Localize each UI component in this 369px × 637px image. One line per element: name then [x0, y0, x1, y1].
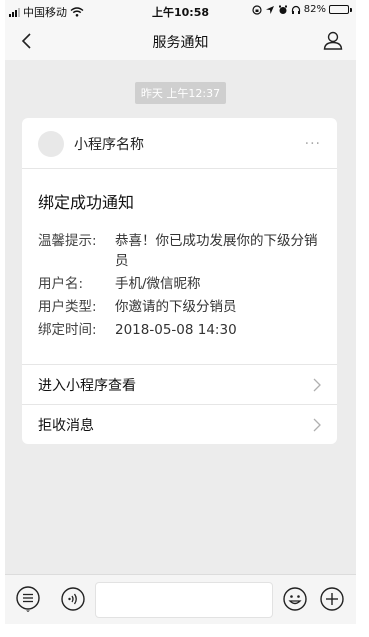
location-icon [265, 5, 274, 14]
user-icon[interactable] [322, 29, 344, 51]
reject-messages-row[interactable]: 拒收消息 [22, 404, 337, 444]
field-value: 2018-05-08 14:30 [115, 322, 237, 338]
status-bar: 中国移动 上午10:58 82% [5, 0, 356, 22]
status-right: 82% [252, 4, 352, 15]
action-label: 进入小程序查看 [38, 378, 136, 394]
field-value: 手机/微信昵称 [115, 276, 201, 292]
notification-card: 小程序名称 ··· 绑定成功通知 温馨提示: 恭喜！你已成功发展你的下级分销员 … [22, 118, 337, 444]
voice-icon[interactable] [60, 586, 86, 612]
chevron-right-icon [313, 378, 321, 392]
chevron-right-icon [313, 418, 321, 432]
action-label: 拒收消息 [38, 418, 94, 434]
field-value: 你邀请的下级分销员 [115, 299, 237, 315]
menu-icon[interactable] [15, 586, 41, 612]
card-title: 绑定成功通知 [38, 193, 135, 212]
more-icon[interactable]: ··· [305, 136, 321, 152]
field-label: 用户名: [38, 276, 84, 292]
app-avatar [38, 131, 64, 157]
rotation-lock-icon [252, 4, 262, 15]
field-username: 用户名: 手机/微信昵称 [38, 274, 328, 294]
field-tip: 温馨提示: 恭喜！你已成功发展你的下级分销员 [38, 231, 328, 271]
card-fields: 温馨提示: 恭喜！你已成功发展你的下级分销员 用户名: 手机/微信昵称 用户类型… [38, 231, 328, 343]
nav-bar: 服务通知 [5, 22, 356, 60]
field-label: 用户类型: [38, 299, 97, 315]
card-header[interactable]: 小程序名称 ··· [22, 118, 337, 169]
message-timestamp: 昨天 上午12:37 [134, 82, 227, 104]
timestamp-row: 昨天 上午12:37 [5, 82, 356, 104]
emoji-icon[interactable] [282, 586, 308, 612]
open-miniprogram-row[interactable]: 进入小程序查看 [22, 364, 337, 404]
field-value: 恭喜！你已成功发展你的下级分销员 [115, 233, 318, 269]
input-bar [5, 574, 356, 624]
phone-screen: 中国移动 上午10:58 82% 服务通知 昨天 上午12:37 小程序名称 ·… [5, 0, 356, 624]
alarm-icon [278, 5, 287, 14]
headphones-icon [291, 5, 300, 14]
message-input[interactable] [95, 582, 273, 618]
field-label: 绑定时间: [38, 322, 97, 338]
field-bind-time: 绑定时间: 2018-05-08 14:30 [38, 320, 328, 340]
field-user-type: 用户类型: 你邀请的下级分销员 [38, 297, 328, 317]
battery-percent: 82% [303, 4, 326, 15]
app-name: 小程序名称 [74, 137, 144, 153]
battery-icon [329, 5, 352, 14]
page-title: 服务通知 [152, 35, 209, 51]
field-label: 温馨提示: [38, 233, 97, 249]
plus-icon[interactable] [319, 586, 345, 612]
